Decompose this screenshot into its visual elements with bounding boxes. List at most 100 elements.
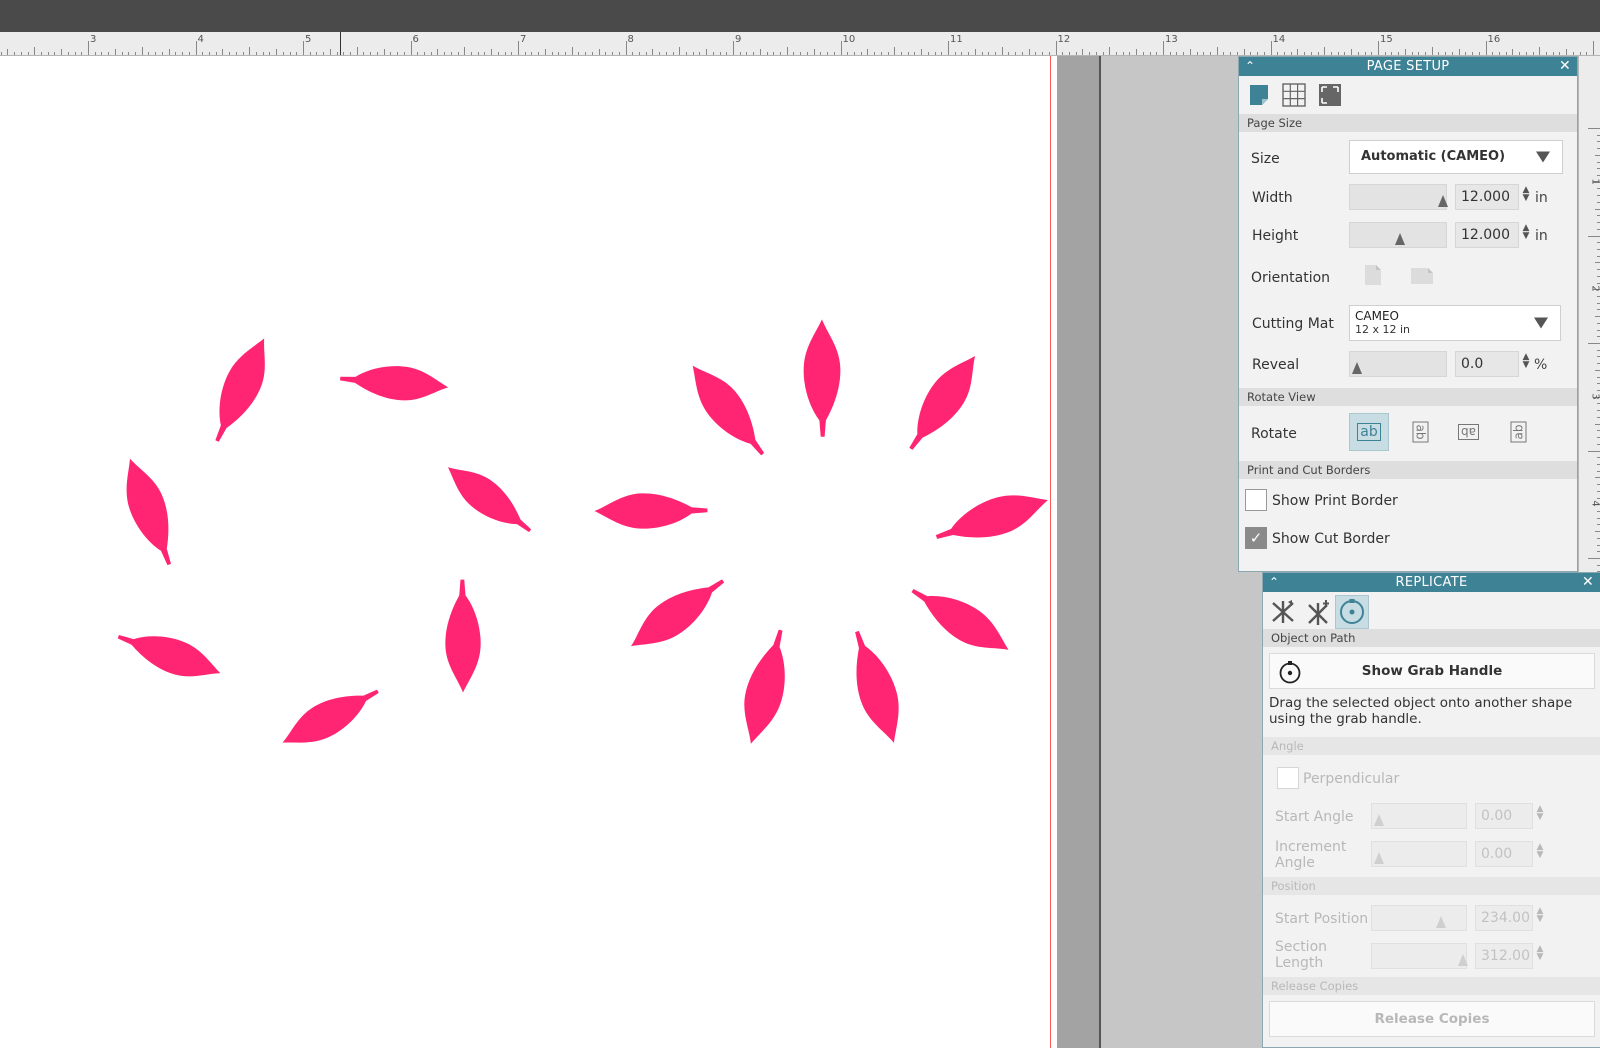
start-angle-input[interactable]: 0.00 [1475,803,1533,829]
replicate-header[interactable]: ⌃ REPLICATE ✕ [1263,573,1600,592]
landscape-icon[interactable] [1409,266,1435,286]
width-stepper[interactable]: ▲ ▼ [1521,186,1531,203]
ruler-tick [1458,49,1460,55]
ruler-tick [81,52,83,55]
ruler-tick [585,52,587,55]
ruler-tick [645,52,647,55]
ruler-number: 1 [1589,178,1600,185]
reveal-input[interactable]: 0.0 [1455,351,1519,377]
slider-thumb[interactable] [1395,233,1405,245]
page-setup-header[interactable]: ⌃ PAGE SETUP ✕ [1239,57,1577,76]
slider-thumb[interactable] [1438,195,1448,207]
ruler-tick [1438,52,1440,55]
height-input[interactable]: 12.000 [1455,222,1519,248]
start-angle-slider[interactable] [1371,803,1467,829]
rotate-180-button[interactable]: ab [1449,413,1487,451]
show-grab-handle-button[interactable]: Show Grab Handle [1269,653,1595,689]
ruler-tick [497,52,499,55]
slider-thumb[interactable] [1458,954,1468,966]
ruler-tick [403,52,405,55]
ruler-tick [1498,52,1500,55]
ruler-tick [27,52,29,55]
rotate-90-button[interactable]: ab [1405,413,1435,451]
replicate-panel: ⌃ REPLICATE ✕ Object on Path Show Grab H… [1262,572,1600,1048]
cutting-page[interactable] [0,56,1057,1048]
ruler-tick [1189,49,1191,55]
increment-angle-stepper[interactable]: ▲ ▼ [1535,843,1545,860]
ruler-tick [1364,52,1366,55]
rotate-glyph: ab [1411,421,1428,443]
reveal-stepper[interactable]: ▲ ▼ [1521,353,1531,370]
height-slider[interactable] [1349,222,1447,248]
ruler-tick [833,52,835,55]
section-length-slider[interactable] [1371,943,1468,969]
increment-angle-input[interactable]: 0.00 [1475,841,1533,867]
slider-thumb[interactable] [1374,852,1384,864]
close-icon[interactable]: ✕ [1559,57,1571,76]
slider-thumb[interactable] [1436,916,1446,928]
close-icon[interactable]: ✕ [1582,573,1594,592]
width-input[interactable]: 12.000 [1455,184,1519,210]
release-copies-button[interactable]: Release Copies [1269,1001,1595,1037]
ruler-tick [222,49,224,55]
registration-marks-icon[interactable] [1317,82,1343,108]
ruler-tick [1163,41,1164,55]
grid-icon[interactable] [1281,82,1307,108]
ruler-tick [995,52,997,55]
ruler-tick [847,52,849,55]
ruler-tick [1243,49,1245,55]
cutting-mat-size: 12 x 12 in [1355,323,1411,336]
ruler-tick [699,52,701,55]
section-length-input[interactable]: 312.00 [1475,943,1533,969]
ruler-tick [1310,52,1312,55]
mirror-replicate-icon[interactable] [1305,597,1333,627]
show-print-border-checkbox[interactable] [1245,489,1267,511]
show-print-border-label: Show Print Border [1272,493,1398,509]
height-stepper[interactable]: ▲ ▼ [1521,224,1531,241]
ruler-tick [1035,52,1037,55]
show-cut-border-checkbox[interactable]: ✓ [1245,527,1267,549]
ruler-number: 3 [1589,393,1600,400]
rotate-0-button[interactable]: ab [1349,413,1389,451]
slider-thumb[interactable] [1352,362,1362,374]
slider-thumb[interactable] [1374,814,1384,826]
ruler-tick [565,52,567,55]
cutting-mat-select[interactable]: CAMEO 12 x 12 in [1349,305,1561,341]
start-angle-stepper[interactable]: ▲ ▼ [1535,805,1545,822]
start-position-input[interactable]: 234.00 [1475,905,1533,931]
reveal-slider[interactable] [1349,351,1447,377]
page-setup-icon[interactable] [1247,82,1271,108]
ruler-tick [188,52,190,55]
perpendicular-checkbox[interactable] [1277,767,1299,789]
collapse-icon[interactable]: ⌃ [1245,57,1255,76]
collapse-icon[interactable]: ⌃ [1269,573,1279,592]
start-position-slider[interactable] [1371,905,1467,931]
ruler-number: 12 [1057,34,1071,45]
ruler-tick [1068,52,1070,55]
show-grab-handle-label: Show Grab Handle [1361,663,1503,679]
ruler-tick [1378,41,1379,55]
start-position-stepper[interactable]: ▲ ▼ [1535,907,1545,924]
ruler-tick [1136,49,1138,55]
increment-angle-slider[interactable] [1371,841,1467,867]
ruler-tick [1492,52,1494,55]
rotate-270-button[interactable]: ab [1503,413,1533,451]
object-on-path-icon[interactable] [1335,595,1369,629]
width-slider[interactable] [1349,184,1448,210]
ruler-tick [1344,52,1346,55]
section-length-stepper[interactable]: ▲ ▼ [1535,945,1545,962]
ruler-tick [1465,52,1467,55]
ruler-tick [1418,52,1420,55]
portrait-icon[interactable] [1363,263,1383,287]
ruler-tick [1015,52,1017,55]
ruler-tick [1095,52,1097,55]
ruler-tick [591,52,593,55]
ruler-tick [1176,52,1178,55]
size-select[interactable]: Automatic (CAMEO) [1349,140,1563,174]
width-label: Width [1252,190,1293,206]
ruler-origin-marker [340,32,341,55]
ruler-tick [128,52,130,55]
replicate-icon[interactable] [1269,597,1297,627]
ruler-tick [927,52,929,55]
ruler-tick [1304,52,1306,55]
